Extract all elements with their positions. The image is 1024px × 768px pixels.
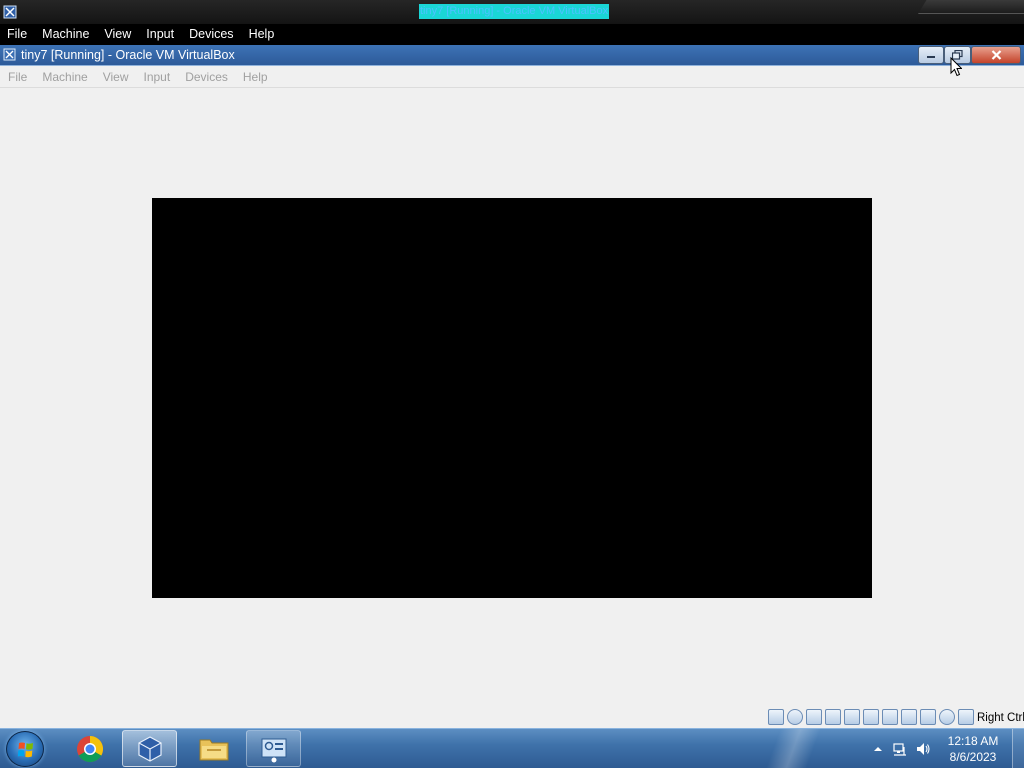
show-desktop-button[interactable] [1012,729,1024,768]
windows-logo-icon [17,742,33,758]
vm-window: tiny7 [Running] - Oracle VM VirtualBox F… [0,45,1024,728]
taskbar-clock[interactable]: 12:18 AM 8/6/2023 [942,733,1004,765]
taskbar: 12:18 AM 8/6/2023 [0,728,1024,768]
vm-menu-machine[interactable]: Machine [42,67,87,88]
chrome-icon [76,735,103,762]
network-icon[interactable] [825,709,841,725]
keyboard-icon[interactable] [958,709,974,725]
vm-menu-view[interactable]: View [103,67,129,88]
network-icon[interactable] [892,741,908,757]
taskbar-control-panel[interactable] [246,730,301,767]
show-hidden-icons-icon[interactable] [870,741,886,757]
vm-window-title: tiny7 [Running] - Oracle VM VirtualBox [21,48,235,62]
status-icons [768,709,974,725]
optical-drive-icon[interactable] [787,709,803,725]
host-menu-machine[interactable]: Machine [42,24,89,45]
taskbar-virtualbox[interactable] [122,730,177,767]
vm-menu-devices[interactable]: Devices [185,67,228,88]
host-menubar: File Machine View Input Devices Help [0,24,1024,45]
vm-menu-file[interactable]: File [8,67,27,88]
taskbar-explorer[interactable] [186,730,241,767]
close-icon [991,50,1001,60]
usb-icon[interactable] [844,709,860,725]
taskbar-chrome[interactable] [62,730,117,767]
virtualbox-icon [3,48,16,61]
shared-folders-icon[interactable] [863,709,879,725]
vm-menu-help[interactable]: Help [243,67,268,88]
virtualbox-icon [3,5,17,19]
recording-icon[interactable] [920,709,936,725]
host-menu-file[interactable]: File [7,24,27,45]
vm-titlebar[interactable]: tiny7 [Running] - Oracle VM VirtualBox [0,45,1024,66]
vm-status-bar: Right Ctrl [0,707,1024,728]
vm-menu-input[interactable]: Input [144,67,171,88]
video-capture-icon[interactable] [901,709,917,725]
close-button[interactable] [971,46,1021,64]
start-button[interactable] [6,731,44,767]
host-window-title: tiny7 [Running] - Oracle VM VirtualBox [419,4,610,19]
host-menu-input[interactable]: Input [146,24,174,45]
mouse-integration-icon[interactable] [939,709,955,725]
host-menu-help[interactable]: Help [249,24,275,45]
vm-display[interactable] [152,198,872,598]
host-window-controls[interactable] [918,0,1024,14]
display-icon[interactable] [882,709,898,725]
control-panel-icon [261,738,286,762]
volume-icon[interactable] [915,741,931,757]
minimize-icon [927,56,935,58]
hard-disk-icon[interactable] [768,709,784,725]
virtualbox-icon [137,735,162,762]
host-titlebar[interactable]: tiny7 [Running] - Oracle VM VirtualBox [0,0,1024,24]
host-menu-devices[interactable]: Devices [189,24,233,45]
folder-icon [199,739,228,760]
host-key-label: Right Ctrl [977,712,1024,724]
minimize-button[interactable] [918,46,944,64]
vm-menubar: File Machine View Input Devices Help [0,67,1024,88]
mouse-cursor-icon [950,57,962,77]
clock-time: 12:18 AM [947,734,999,748]
audio-icon[interactable] [806,709,822,725]
host-menu-view[interactable]: View [104,24,131,45]
clock-date: 8/6/2023 [949,750,997,764]
